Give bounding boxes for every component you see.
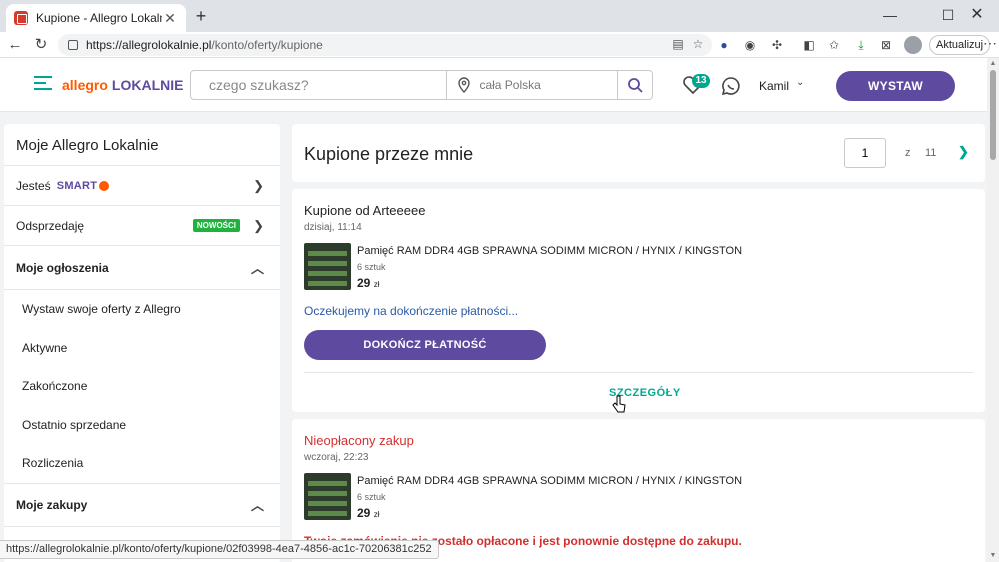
chevron-up-icon: ︿ (250, 498, 264, 513)
chevron-down-icon[interactable]: ⌄ (796, 77, 804, 88)
page-total: 11 (925, 147, 937, 159)
sidebar-item-rozliczenia[interactable]: Rozliczenia (4, 444, 280, 483)
page-title: Kupione przeze mnie (304, 144, 474, 164)
favorites-count-badge: 13 (692, 74, 710, 88)
item-price: 29 zł (357, 276, 380, 290)
extension-1-icon[interactable]: ● (716, 37, 732, 53)
sidebar-item-odsprzedaje[interactable]: Odsprzedaję NOWOŚCI ❯ (4, 206, 280, 246)
item-name[interactable]: Pamięć RAM DDR4 4GB SPRAWNA SODIMM MICRO… (357, 245, 742, 257)
product-thumbnail[interactable] (304, 473, 351, 520)
lock-icon (68, 40, 78, 50)
sidebar-section-moje-ogloszenia[interactable]: Moje ogłoszenia ︿ (4, 246, 280, 290)
back-arrow-icon[interactable]: ← (4, 34, 26, 56)
tab-close-icon[interactable]: ✕ (162, 10, 178, 27)
allegro-favicon-icon (14, 11, 28, 25)
scroll-up-icon[interactable]: ▲ (989, 60, 997, 67)
favorites-icon[interactable]: ✩ (826, 37, 842, 53)
sidebar-item-zakonczone[interactable]: Zakończone (4, 367, 280, 406)
search-icon (628, 78, 643, 93)
payment-status: Oczekujemy na dokończenie płatności... (304, 304, 519, 318)
sidebar-section-moje-zakupy[interactable]: Moje zakupy ︿ (4, 482, 280, 527)
item-quantity: 6 sztuk (357, 492, 386, 502)
address-bar[interactable]: https://allegrolokalnie.pl/konto/oferty/… (58, 34, 712, 56)
search-input[interactable] (191, 71, 447, 99)
order-title: Kupione od Arteeeee (304, 203, 426, 218)
order-date: dzisiaj, 11:14 (304, 222, 362, 233)
order-date: wczoraj, 22:23 (304, 452, 369, 463)
split-screen-icon[interactable]: ◧ (801, 37, 817, 53)
page-number-input[interactable] (844, 138, 886, 168)
new-tab-icon[interactable]: + (190, 6, 212, 28)
browser-tab-bar: Kupione - Allegro Lokalnie ✕ + — ☐ ✕ (0, 0, 999, 32)
account-sidebar: Moje Allegro Lokalnie Jesteś SMART ❯ Ods… (4, 124, 280, 562)
update-button[interactable]: Aktualizuj (929, 35, 991, 55)
divider (304, 372, 973, 373)
allegro-lokalnie-logo[interactable]: allegro LOKALNIE (62, 77, 183, 93)
product-thumbnail[interactable] (304, 243, 351, 290)
chevron-up-icon: ︿ (250, 261, 264, 276)
item-price: 29 zł (357, 506, 380, 520)
screenshot-icon[interactable]: ⊠ (878, 37, 894, 53)
location-pin-icon (458, 77, 471, 93)
page-scrollbar[interactable]: ▲ ▼ (987, 58, 999, 562)
new-badge: NOWOŚCI (192, 219, 240, 232)
chevron-right-icon: ❯ (253, 177, 264, 193)
reload-icon[interactable]: ↻ (30, 34, 52, 56)
hand-cursor-icon (612, 395, 626, 413)
post-offer-button[interactable]: WYSTAW (836, 71, 955, 101)
tab-title: Kupione - Allegro Lokalnie (36, 11, 162, 25)
sidebar-item-ostatnio-sprzedane[interactable]: Ostatnio sprzedane (4, 406, 280, 445)
browser-tab-active[interactable]: Kupione - Allegro Lokalnie ✕ (6, 4, 186, 32)
hamburger-menu-icon[interactable] (34, 76, 52, 90)
location-field[interactable] (446, 71, 617, 99)
extension-2-icon[interactable]: ◉ (742, 37, 758, 53)
scroll-down-icon[interactable]: ▼ (989, 552, 997, 559)
sidebar-title: Moje Allegro Lokalnie (4, 124, 280, 166)
downloads-icon[interactable]: ⤓ (853, 37, 869, 53)
smart-badge-icon (99, 180, 110, 191)
extension-puzzle-icon[interactable]: ✣ (769, 37, 785, 53)
chevron-right-icon: ❯ (253, 217, 264, 233)
link-status-bar: https://allegrolokalnie.pl/konto/oferty/… (0, 540, 439, 559)
scrollbar-thumb[interactable] (990, 70, 996, 160)
search-button[interactable] (617, 71, 652, 99)
main-header: Kupione przeze mnie z 11 ❯ (292, 124, 985, 182)
order-card: Kupione od Arteeeee dzisiaj, 11:14 Pamię… (292, 189, 985, 412)
item-quantity: 6 sztuk (357, 262, 386, 272)
site-header: allegroLOKALNIE 13 Kamil ⌄ WYSTAW (0, 58, 987, 112)
url-path: /konto/oferty/kupione (211, 38, 323, 52)
favorite-star-icon[interactable]: ☆ (691, 37, 705, 51)
sidebar-item-aktywne[interactable]: Aktywne (4, 329, 280, 368)
url-host: https://allegrolokalnie.pl (86, 38, 212, 52)
reader-mode-icon[interactable]: ▤ (671, 37, 685, 51)
sidebar-item-wystaw-z-allegro[interactable]: Wystaw swoje oferty z Allegro (4, 290, 280, 329)
window-close-icon[interactable]: ✕ (955, 0, 999, 32)
finish-payment-button[interactable]: DOKOŃCZ PŁATNOŚĆ (304, 330, 546, 360)
location-input[interactable] (479, 78, 610, 92)
sidebar-item-smart[interactable]: Jesteś SMART ❯ (4, 166, 280, 206)
next-page-icon[interactable]: ❯ (958, 144, 969, 160)
order-title: Nieopłacony zakup (304, 433, 414, 448)
window-minimize-icon[interactable]: — (868, 0, 912, 32)
user-name[interactable]: Kamil (759, 79, 789, 93)
browser-toolbar: ← ↻ https://allegrolokalnie.pl/konto/ofe… (0, 32, 999, 58)
browser-menu-icon[interactable]: ⋯ (983, 35, 997, 52)
page-of-label: z (905, 147, 911, 159)
search-box (190, 70, 653, 100)
item-name[interactable]: Pamięć RAM DDR4 4GB SPRAWNA SODIMM MICRO… (357, 475, 742, 487)
smart-label: SMART (56, 179, 98, 192)
chat-icon[interactable] (721, 76, 741, 96)
profile-avatar[interactable] (904, 36, 922, 54)
page-viewport: allegroLOKALNIE 13 Kamil ⌄ WYSTAW Moje A… (0, 58, 999, 562)
